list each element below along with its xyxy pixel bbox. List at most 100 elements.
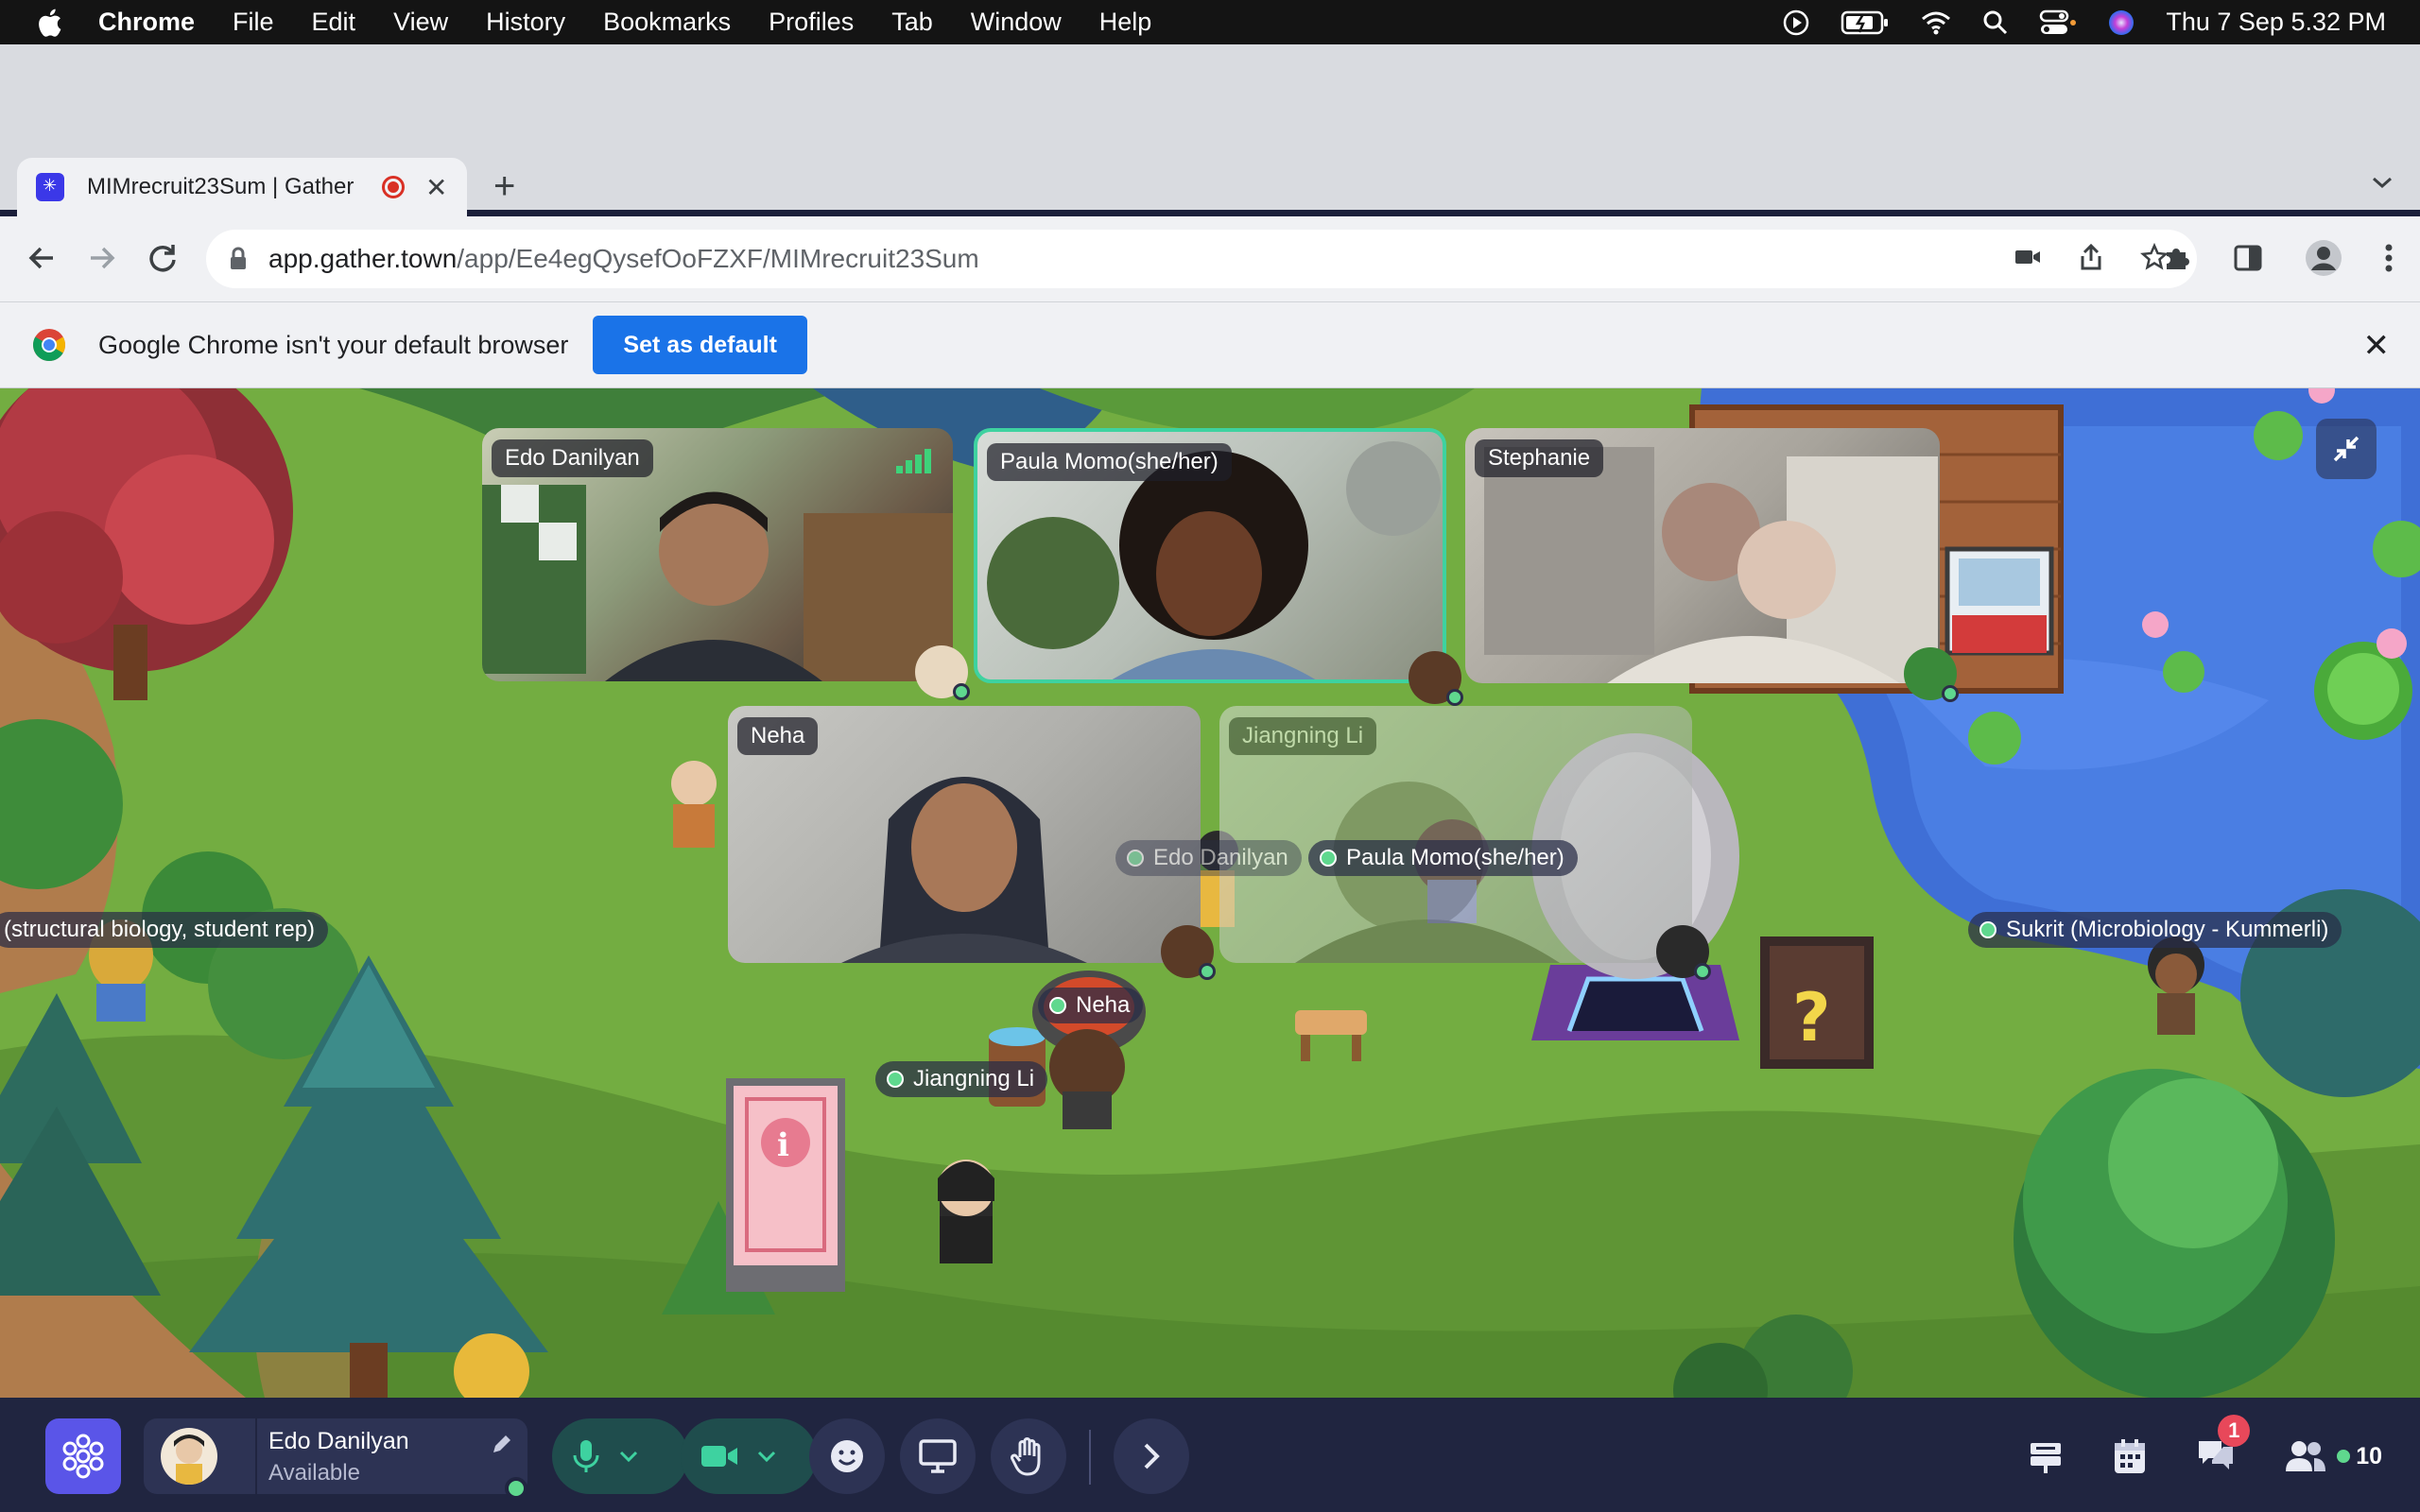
signpost-icon[interactable] — [2027, 1437, 2065, 1475]
chat-button[interactable]: 1 — [2195, 1414, 2251, 1478]
video-tile-stephanie[interactable]: Stephanie — [1465, 428, 1940, 683]
microphone-icon[interactable] — [571, 1438, 601, 1474]
participants-icon — [2286, 1441, 2326, 1471]
extensions-puzzle-icon[interactable] — [2161, 243, 2191, 273]
online-indicator — [1446, 689, 1463, 706]
collapse-videos-button[interactable] — [2316, 419, 2377, 479]
smiley-icon — [831, 1440, 863, 1472]
infobar-close-icon[interactable]: ✕ — [2363, 327, 2391, 365]
chrome-menu-kebab-icon[interactable] — [2384, 243, 2394, 273]
menu-app-name[interactable]: Chrome — [98, 8, 195, 37]
map-label-paula[interactable]: Paula Momo(she/her) — [1308, 840, 1578, 876]
video-avatar-edo — [915, 645, 970, 700]
online-dot-icon — [1049, 997, 1066, 1014]
tab-search-chevron-icon[interactable] — [2371, 175, 2394, 190]
url-path: /app/Ee4egQysefOoFZXF/MIMrecruit23Sum — [457, 244, 979, 273]
camera-control[interactable] — [681, 1418, 817, 1494]
url-domain: app.gather.town — [268, 244, 458, 273]
siri-icon[interactable] — [2107, 9, 2135, 37]
gather-map-viewport[interactable]: i ? Edo Danilyan Paula Momo(she/her) Ste… — [0, 388, 2420, 1398]
control-center-icon[interactable] — [2039, 9, 2077, 37]
chrome-logo-icon — [33, 329, 65, 361]
menu-bookmarks[interactable]: Bookmarks — [603, 8, 731, 37]
video-tile-neha[interactable]: Neha — [728, 706, 1201, 963]
camera-in-use-icon[interactable] — [2014, 243, 2042, 271]
expand-more-button[interactable] — [1114, 1418, 1189, 1494]
connection-strength-icon — [896, 449, 931, 473]
mic-options-chevron-icon[interactable] — [618, 1450, 639, 1463]
profile-avatar-icon[interactable] — [2305, 239, 2342, 277]
lock-icon[interactable] — [229, 247, 248, 271]
participant-count: 10 — [2356, 1442, 2382, 1469]
video-tile-edo[interactable]: Edo Danilyan — [482, 428, 953, 681]
raise-hand-button[interactable] — [991, 1418, 1066, 1494]
apple-icon[interactable] — [34, 6, 68, 40]
menu-view[interactable]: View — [393, 8, 448, 37]
camera-icon[interactable] — [700, 1442, 739, 1470]
user-status-card[interactable]: Edo Danilyan Available — [144, 1418, 527, 1500]
url-text[interactable]: app.gather.town/app/Ee4egQysefOoFZXF/MIM… — [268, 244, 979, 274]
tab-close-icon[interactable]: ✕ — [425, 172, 447, 203]
menu-file[interactable]: File — [233, 8, 274, 37]
wifi-icon[interactable] — [1920, 9, 1952, 36]
menu-edit[interactable]: Edit — [312, 8, 356, 37]
share-icon[interactable] — [2078, 243, 2104, 271]
screen-share-button[interactable] — [900, 1418, 976, 1494]
online-dot-icon — [2337, 1450, 2351, 1463]
set-as-default-button[interactable]: Set as default — [593, 316, 807, 374]
user-card-divider — [255, 1418, 257, 1494]
new-tab-button[interactable]: + — [493, 167, 515, 205]
gather-logo-icon — [62, 1434, 104, 1479]
video-name-neha: Neha — [737, 717, 819, 755]
forward-arrow-icon[interactable] — [85, 241, 119, 275]
map-label-text: (structural biology, student rep) — [4, 917, 316, 942]
video-tile-paula[interactable]: Paula Momo(she/her) — [974, 428, 1446, 683]
menu-window[interactable]: Window — [971, 8, 1062, 37]
menu-history[interactable]: History — [486, 8, 565, 37]
emoji-reaction-button[interactable] — [809, 1418, 885, 1494]
map-label-sukrit[interactable]: Sukrit (Microbiology - Kummerli) — [1968, 912, 2342, 948]
map-label-jiangning[interactable]: Jiangning Li — [875, 1061, 1048, 1097]
map-label-edo[interactable]: Edo Danilyan — [1115, 840, 1302, 876]
online-indicator — [1942, 685, 1959, 702]
microphone-control[interactable] — [552, 1418, 688, 1494]
browser-tab-active[interactable]: MIMrecruit23Sum | Gather ✕ — [17, 158, 467, 216]
online-dot-icon — [1127, 850, 1144, 867]
chrome-toolbar: app.gather.town/app/Ee4egQysefOoFZXF/MIM… — [0, 216, 2420, 301]
menubar-clock[interactable]: Thu 7 Sep 5.32 PM — [2166, 8, 2386, 37]
menu-tab[interactable]: Tab — [891, 8, 933, 37]
gather-menu-button[interactable] — [45, 1418, 121, 1494]
chrome-tab-strip: MIMrecruit23Sum | Gather ✕ + — [0, 44, 2420, 216]
video-name-edo: Edo Danilyan — [492, 439, 653, 477]
video-avatar-jiangning — [1656, 925, 1711, 980]
tab-title: MIMrecruit23Sum | Gather — [87, 174, 354, 199]
video-tile-jiangning[interactable]: Jiangning Li — [1219, 706, 1692, 963]
map-label-neha[interactable]: Neha — [1038, 988, 1144, 1023]
menu-help[interactable]: Help — [1099, 8, 1152, 37]
side-panel-icon[interactable] — [2233, 243, 2263, 273]
menubar-status-area: Thu 7 Sep 5.32 PM — [1782, 0, 2386, 44]
available-status-dot — [505, 1477, 527, 1500]
map-avatar-jiangning — [938, 1160, 994, 1263]
edit-pencil-icon[interactable] — [490, 1432, 514, 1456]
reload-icon[interactable] — [146, 241, 180, 275]
spotlight-search-icon[interactable] — [1982, 9, 2009, 36]
online-indicator — [953, 683, 970, 700]
address-bar[interactable]: app.gather.town/app/Ee4egQysefOoFZXF/MIM… — [206, 230, 2197, 288]
map-label-structural[interactable]: (structural biology, student rep) — [0, 912, 329, 948]
camera-options-chevron-icon[interactable] — [756, 1450, 777, 1463]
calendar-icon[interactable] — [2112, 1437, 2148, 1475]
menu-profiles[interactable]: Profiles — [769, 8, 854, 37]
map-avatar-edo — [671, 761, 717, 848]
user-avatar-sprite — [174, 1435, 204, 1485]
macos-menubar: Chrome File Edit View History Bookmarks … — [0, 0, 2420, 44]
battery-icon[interactable] — [1841, 9, 1890, 36]
default-browser-infobar: Google Chrome isn't your default browser… — [0, 301, 2420, 388]
online-dot-icon — [1979, 921, 1996, 938]
video-avatar-paula — [1409, 651, 1463, 706]
participants-button[interactable]: 10 — [2284, 1439, 2382, 1473]
play-circle-icon[interactable] — [1782, 9, 1810, 37]
hand-icon — [1011, 1437, 1041, 1476]
user-avatar[interactable] — [161, 1428, 217, 1485]
back-arrow-icon[interactable] — [25, 241, 59, 275]
